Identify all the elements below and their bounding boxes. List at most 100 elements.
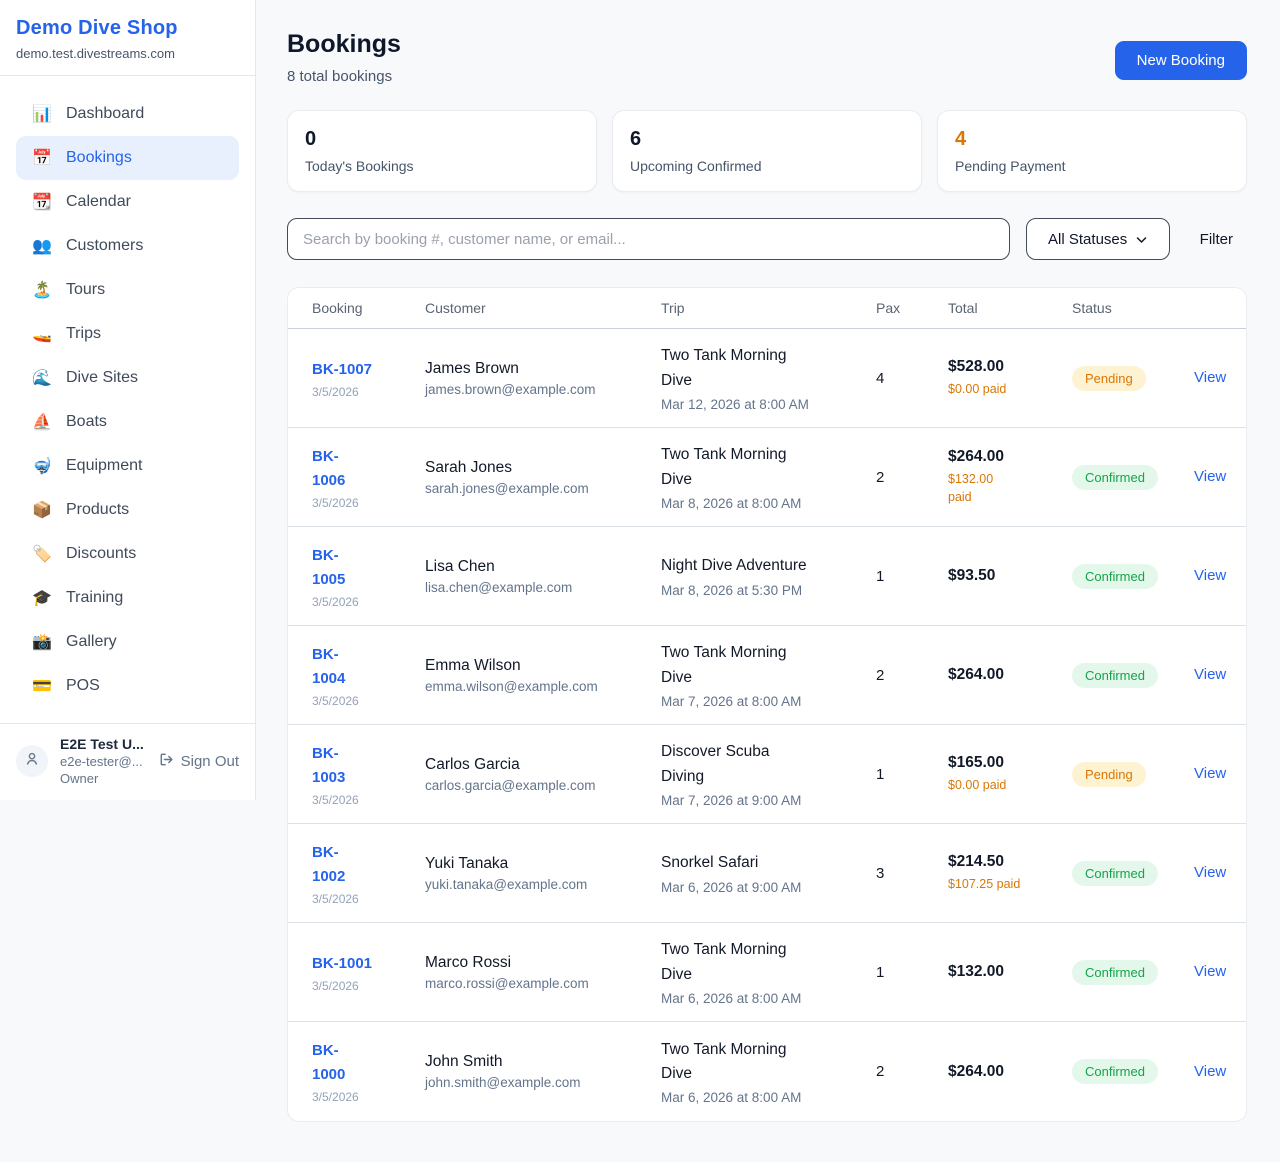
- total-amount: $264.00: [948, 1063, 1072, 1081]
- paid-amount: $0.00 paid: [948, 380, 1072, 398]
- status-cell: Confirmed: [1072, 960, 1194, 985]
- booking-cell: BK-1001 3/5/2026: [312, 952, 425, 993]
- customer-name: Carlos Garcia: [425, 756, 661, 774]
- wave-icon: 🌊: [32, 368, 52, 388]
- sidebar-item-boats[interactable]: ⛵Boats: [16, 400, 239, 444]
- sidebar-item-calendar[interactable]: 📆Calendar: [16, 180, 239, 224]
- total-amount: $528.00: [948, 358, 1072, 376]
- booking-id-link[interactable]: BK- 1000: [312, 1039, 425, 1087]
- stat-value: 4: [955, 128, 1229, 151]
- sidebar-item-label: Bookings: [66, 149, 132, 167]
- status-cell: Pending: [1072, 762, 1194, 787]
- booking-date: 3/5/2026: [312, 496, 425, 510]
- view-link[interactable]: View: [1194, 963, 1226, 980]
- total-cell: $264.00 $132.00 paid: [948, 448, 1072, 506]
- status-cell: Confirmed: [1072, 861, 1194, 886]
- sidebar-item-label: Customers: [66, 237, 143, 255]
- customer-email: lisa.chen@example.com: [425, 580, 661, 595]
- stat-label: Upcoming Confirmed: [630, 158, 904, 174]
- col-status: Status: [1072, 300, 1194, 316]
- sidebar-item-equipment[interactable]: 🤿Equipment: [16, 444, 239, 488]
- camera-icon: 📸: [32, 632, 52, 652]
- sidebar-item-customers[interactable]: 👥 Customers: [16, 224, 239, 268]
- booking-id-link[interactable]: BK- 1006: [312, 445, 425, 493]
- sidebar-item-training[interactable]: 🎓Training: [16, 576, 239, 620]
- sidebar-item-gallery[interactable]: 📸 Gallery: [16, 620, 239, 664]
- speedboat-icon: 🚤: [32, 324, 52, 344]
- sidebar-item-dashboard[interactable]: 📊Dashboard: [16, 92, 239, 136]
- booking-date: 3/5/2026: [312, 793, 425, 807]
- sidebar-item-label: Discounts: [66, 545, 136, 563]
- pax-cell: 1: [876, 766, 948, 783]
- person-icon: [24, 751, 40, 772]
- view-link[interactable]: View: [1194, 666, 1226, 683]
- stat-card: 6Upcoming Confirmed: [612, 110, 922, 192]
- customer-email: john.smith@example.com: [425, 1075, 661, 1090]
- booking-id-link[interactable]: BK- 1002: [312, 841, 425, 889]
- col-total: Total: [948, 300, 1072, 316]
- status-cell: Confirmed: [1072, 1059, 1194, 1084]
- sidebar-item-bookings[interactable]: 📅Bookings: [16, 136, 239, 180]
- sign-out-button[interactable]: Sign Out: [158, 751, 239, 772]
- customer-cell: Emma Wilson emma.wilson@example.com: [425, 657, 661, 694]
- customer-cell: Sarah Jones sarah.jones@example.com: [425, 459, 661, 496]
- filter-button[interactable]: Filter: [1186, 231, 1247, 248]
- view-link[interactable]: View: [1194, 765, 1226, 782]
- sidebar-item-pos[interactable]: 💳 POS: [16, 664, 239, 708]
- booking-id-link[interactable]: BK- 1003: [312, 742, 425, 790]
- search-input[interactable]: [287, 218, 1010, 260]
- total-cell: $528.00 $0.00 paid: [948, 358, 1072, 398]
- status-badge: Confirmed: [1072, 960, 1158, 985]
- view-link[interactable]: View: [1194, 468, 1226, 485]
- view-link[interactable]: View: [1194, 864, 1226, 881]
- new-booking-button[interactable]: New Booking: [1115, 41, 1247, 80]
- pax-cell: 2: [876, 469, 948, 486]
- table-row: BK- 1003 3/5/2026 Carlos Garcia carlos.g…: [288, 725, 1246, 824]
- status-cell: Pending: [1072, 366, 1194, 391]
- sidebar-item-discounts[interactable]: 🏷️Discounts: [16, 532, 239, 576]
- sidebar-item-label: Gallery: [66, 633, 117, 651]
- view-link[interactable]: View: [1194, 567, 1226, 584]
- bar-chart-icon: 📊: [32, 104, 52, 124]
- customer-cell: Yuki Tanaka yuki.tanaka@example.com: [425, 855, 661, 892]
- status-select[interactable]: All Statuses: [1026, 218, 1170, 260]
- avatar: [16, 745, 48, 777]
- booking-date: 3/5/2026: [312, 1090, 425, 1104]
- total-amount: $132.00: [948, 963, 1072, 981]
- sidebar: Demo Dive Shop demo.test.divestreams.com…: [0, 0, 256, 800]
- stat-value: 0: [305, 128, 579, 151]
- sidebar-item-tours[interactable]: 🏝️Tours: [16, 268, 239, 312]
- sidebar-item-trips[interactable]: 🚤 Trips: [16, 312, 239, 356]
- sidebar-item-label: Dive Sites: [66, 369, 138, 387]
- booking-date: 3/5/2026: [312, 892, 425, 906]
- view-link[interactable]: View: [1194, 1063, 1226, 1080]
- sidebar-item-label: Equipment: [66, 457, 143, 475]
- table-row: BK- 1004 3/5/2026 Emma Wilson emma.wilso…: [288, 626, 1246, 725]
- app-root: Demo Dive Shop demo.test.divestreams.com…: [0, 0, 1280, 1162]
- sidebar-nav: 📊Dashboard📅Bookings📆Calendar 👥 Customers 🏝️…: [0, 76, 255, 723]
- trip-datetime: Mar 8, 2026 at 8:00 AM: [661, 496, 876, 511]
- status-badge: Pending: [1072, 762, 1146, 787]
- sidebar-item-label: Trips: [66, 325, 101, 343]
- booking-id-link[interactable]: BK-1007: [312, 358, 425, 382]
- table-header: Booking Customer Trip Pax Total Status: [288, 288, 1246, 329]
- booking-id-link[interactable]: BK- 1005: [312, 544, 425, 592]
- user-meta: E2E Test U... e2e-tester@... Owner: [60, 736, 146, 786]
- sidebar-item-products[interactable]: 📦Products: [16, 488, 239, 532]
- trip-cell: Snorkel Safari Mar 6, 2026 at 9:00 AM: [661, 851, 876, 894]
- credit-card-icon: 💳: [32, 676, 52, 696]
- view-link[interactable]: View: [1194, 369, 1226, 386]
- sidebar-item-dive-sites[interactable]: 🌊 Dive Sites: [16, 356, 239, 400]
- booking-id-link[interactable]: BK- 1004: [312, 643, 425, 691]
- booking-date: 3/5/2026: [312, 979, 425, 993]
- table-row: BK- 1002 3/5/2026 Yuki Tanaka yuki.tanak…: [288, 824, 1246, 923]
- booking-id-link[interactable]: BK-1001: [312, 952, 425, 976]
- booking-cell: BK- 1003 3/5/2026: [312, 742, 425, 807]
- col-customer: Customer: [425, 300, 661, 316]
- total-amount: $165.00: [948, 754, 1072, 772]
- customer-name: Marco Rossi: [425, 954, 661, 972]
- main-content: Bookings 8 total bookings New Booking 0T…: [256, 0, 1280, 1162]
- pax-cell: 1: [876, 568, 948, 585]
- people-icon: 👥: [32, 236, 52, 256]
- sidebar-item-label: POS: [66, 677, 100, 695]
